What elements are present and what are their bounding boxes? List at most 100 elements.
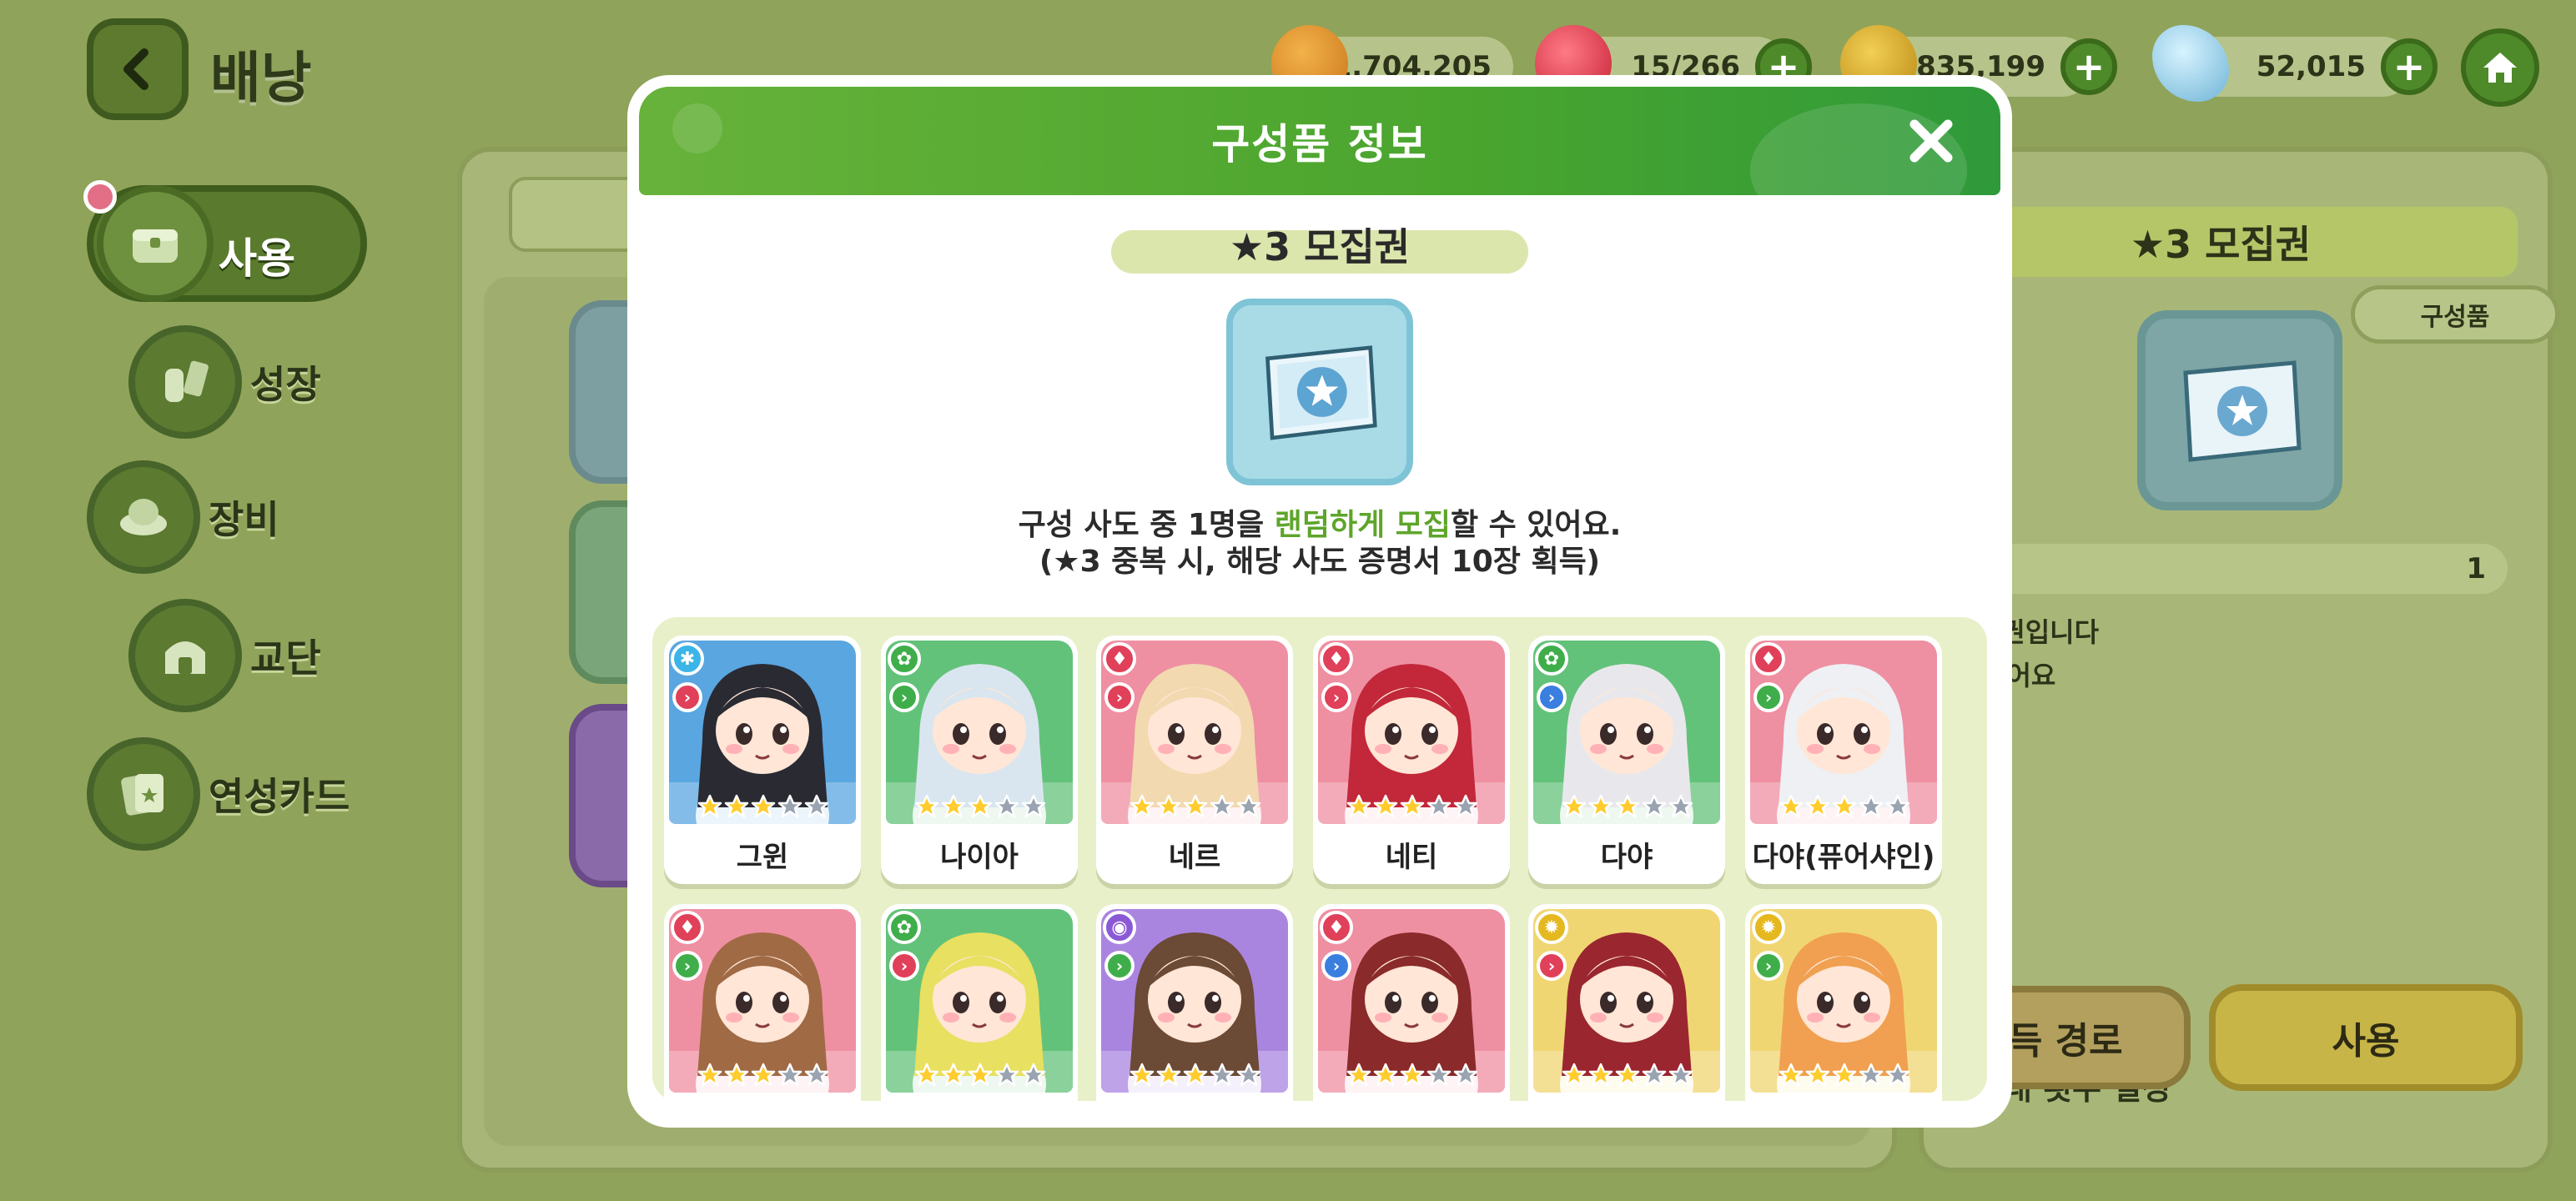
- add-gold-button[interactable]: +: [2060, 38, 2117, 95]
- star-empty-icon: [804, 1063, 829, 1087]
- star-filled-icon: [1156, 794, 1181, 818]
- character-card[interactable]: ✹ ›: [1745, 904, 1942, 1101]
- star-filled-icon: [968, 1063, 993, 1087]
- star-rating: [1562, 794, 1693, 819]
- star-empty-icon: [1021, 1063, 1046, 1087]
- close-button[interactable]: [1902, 112, 1960, 170]
- star-filled-icon: [1615, 794, 1640, 818]
- star-filled-icon: [1373, 794, 1398, 818]
- character-card[interactable]: ♦ ›: [664, 904, 861, 1101]
- star-empty-icon: [1236, 1063, 1261, 1087]
- character-card[interactable]: ✿ ›: [881, 904, 1078, 1101]
- page-title: 배낭: [210, 46, 312, 110]
- star-empty-icon: [1426, 1063, 1452, 1087]
- star-filled-icon: [1615, 1063, 1640, 1087]
- character-card[interactable]: ✿ › 다야: [1528, 636, 1725, 884]
- component-info-modal: 구성품 정보 ★3 모집권 구성 사도 중 1명을 랜덤하게 모집할 수 있어요…: [627, 75, 2012, 1128]
- star-filled-icon: [1562, 1063, 1587, 1087]
- sidebar-item-label: 연성카드: [209, 774, 350, 819]
- back-button[interactable]: [87, 18, 189, 120]
- star-filled-icon: [1400, 794, 1425, 818]
- class-chevron-icon: ›: [889, 951, 919, 981]
- star-filled-icon: [1156, 1063, 1181, 1087]
- star-filled-icon: [1588, 794, 1613, 818]
- class-chevron-icon: ›: [1537, 682, 1567, 712]
- character-card[interactable]: ◉ ›: [1096, 904, 1293, 1101]
- star-empty-icon: [1642, 1063, 1667, 1087]
- character-card[interactable]: ♦ ›: [1313, 904, 1510, 1101]
- use-button[interactable]: 사용: [2209, 984, 2523, 1091]
- character-grid: ✱ › 그윈 ✿ › 나이아 ♦ › 네르 ♦ › 네티 ✿ › 다야 ♦ › 다야(퓨어샤인) ♦ › ✿ › ◉ › ♦ › ✹…: [652, 617, 1987, 1101]
- flower-badge-icon: [83, 180, 117, 214]
- sidebar-item-equipment[interactable]: 장비: [87, 460, 279, 574]
- character-name: 다야(퓨어샤인): [1752, 841, 1935, 874]
- character-card[interactable]: ✱ › 그윈: [664, 636, 861, 884]
- class-chevron-icon: ›: [1537, 951, 1567, 981]
- star-filled-icon: [751, 794, 776, 818]
- item-detail-panel: ★3 모집권 구성품 유량 1 3 모집권입니다 운을 빌어요 최대 횟수 설정…: [1907, 147, 2559, 1173]
- star-rating: [697, 794, 829, 819]
- sidebar-item-guild[interactable]: 교단: [128, 599, 321, 712]
- sidebar-item-use[interactable]: 사용: [87, 185, 367, 302]
- star-filled-icon: [697, 1063, 722, 1087]
- star-filled-icon: [1130, 794, 1155, 818]
- add-gem-button[interactable]: +: [2381, 38, 2438, 95]
- star-empty-icon: [1453, 794, 1478, 818]
- star-empty-icon: [1668, 794, 1693, 818]
- class-chevron-icon: ›: [1753, 951, 1784, 981]
- sidebar-item-label: 교단: [250, 636, 321, 681]
- star-empty-icon: [777, 1063, 802, 1087]
- character-name: 다야: [1600, 841, 1653, 874]
- star-empty-icon: [994, 794, 1019, 818]
- class-chevron-icon: ›: [1104, 951, 1135, 981]
- character-card[interactable]: ♦ › 네르: [1096, 636, 1293, 884]
- star-filled-icon: [968, 794, 993, 818]
- star-filled-icon: [914, 794, 939, 818]
- star-empty-icon: [804, 794, 829, 818]
- star-filled-icon: [1588, 1063, 1613, 1087]
- star-filled-icon: [914, 1063, 939, 1087]
- class-chevron-icon: ›: [1321, 951, 1351, 981]
- sidebar-item-growth[interactable]: 성장: [128, 325, 321, 439]
- star-filled-icon: [1346, 794, 1371, 818]
- star-filled-icon: [1183, 794, 1208, 818]
- modal-description-line1: 구성 사도 중 1명을 랜덤하게 모집할 수 있어요.: [627, 507, 2012, 544]
- class-chevron-icon: ›: [1104, 682, 1135, 712]
- modal-header: 구성품 정보: [639, 87, 2000, 195]
- star-empty-icon: [1453, 1063, 1478, 1087]
- detail-title: ★3 모집권: [1924, 207, 2518, 277]
- character-card[interactable]: ✹ ›: [1528, 904, 1725, 1101]
- star-empty-icon: [1210, 794, 1235, 818]
- home-icon: [2483, 53, 2517, 83]
- character-card[interactable]: ♦ › 네티: [1313, 636, 1510, 884]
- star-rating: [1562, 1063, 1693, 1088]
- currency-gem-value: 52,015: [2256, 50, 2366, 83]
- hat-icon: [87, 460, 200, 574]
- star-filled-icon: [1373, 1063, 1398, 1087]
- class-chevron-icon: ›: [1753, 682, 1784, 712]
- star-filled-icon: [1183, 1063, 1208, 1087]
- home-button[interactable]: [2461, 28, 2539, 107]
- chevron-left-icon: [123, 48, 148, 90]
- star-filled-icon: [1779, 794, 1804, 818]
- fire-element-icon: ♦: [1320, 911, 1353, 944]
- character-card[interactable]: ♦ › 다야(퓨어샤인): [1745, 636, 1942, 884]
- fire-element-icon: ♦: [671, 911, 704, 944]
- star-filled-icon: [1130, 1063, 1155, 1087]
- star-rating: [914, 794, 1046, 819]
- star-filled-icon: [751, 1063, 776, 1087]
- fire-element-icon: ♦: [1752, 642, 1785, 676]
- star-empty-icon: [1642, 794, 1667, 818]
- components-button[interactable]: 구성품: [2351, 285, 2559, 344]
- sidebar-item-cards[interactable]: 연성카드: [87, 737, 350, 851]
- character-card[interactable]: ✿ › 나이아: [881, 636, 1078, 884]
- potion-icon: [128, 325, 242, 439]
- header-decoration: [672, 103, 722, 153]
- star-empty-icon: [1236, 794, 1261, 818]
- description-text: 할 수 있어요.: [1450, 508, 1622, 542]
- sidebar-item-label: 성장: [250, 362, 321, 407]
- class-chevron-icon: ›: [672, 682, 702, 712]
- ice-element-icon: ✱: [671, 642, 704, 676]
- sidebar-item-label: 사용: [219, 234, 295, 283]
- class-chevron-icon: ›: [1321, 682, 1351, 712]
